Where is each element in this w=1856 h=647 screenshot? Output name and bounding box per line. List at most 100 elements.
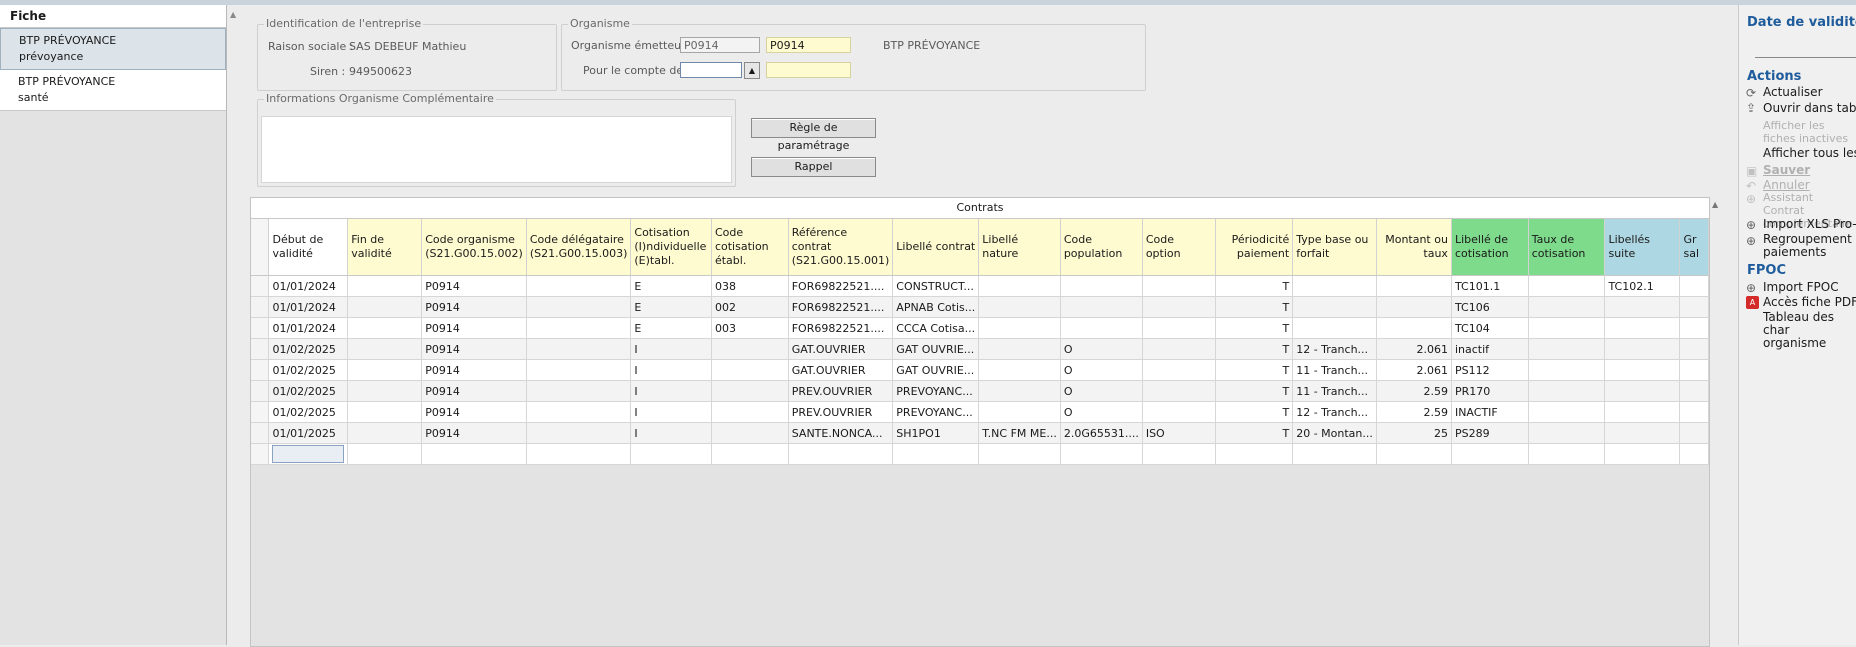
fiche-item-btp-sante[interactable]: BTP PRÉVOYANCE santé [0, 70, 226, 111]
table-cell[interactable]: 01/01/2024 [268, 275, 349, 297]
table-cell[interactable]: TC101.1 [1451, 275, 1529, 297]
table-cell[interactable] [1679, 380, 1709, 402]
table-cell[interactable] [1376, 275, 1452, 297]
table-cell[interactable]: P0914 [421, 296, 527, 318]
table-cell[interactable]: 01/01/2025 [268, 422, 349, 444]
column-header[interactable]: Code délégataire (S21.G00.15.003) [526, 219, 632, 276]
table-cell[interactable]: 003 [711, 317, 789, 339]
column-header[interactable]: Code cotisation établ. [711, 219, 789, 276]
table-cell[interactable]: GAT.OUVRIER [788, 359, 894, 381]
column-header[interactable]: Début de validité [268, 219, 349, 276]
table-cell[interactable]: ISO [1142, 422, 1216, 444]
table-cell[interactable] [1604, 317, 1681, 339]
action-acces-fiche-pdf[interactable]: Accès fiche PDF [1763, 295, 1856, 310]
table-row[interactable]: 01/02/2025 P0914 I PREV.OUVRIER PREVOYANC...… [251, 380, 1709, 402]
table-row[interactable]: 01/02/2025 P0914 I GAT.OUVRIER GAT OUVRIE...… [251, 338, 1709, 360]
table-cell[interactable]: E [630, 317, 712, 339]
table-cell[interactable]: I [630, 359, 712, 381]
table-cell[interactable] [1142, 296, 1216, 318]
table-cell[interactable] [978, 338, 1061, 360]
table-cell[interactable] [1376, 443, 1452, 465]
table-cell[interactable]: T [1215, 359, 1294, 381]
table-cell[interactable] [347, 443, 423, 465]
table-cell[interactable]: PREVOYANC... [892, 401, 980, 423]
table-row[interactable]: 01/01/2024 P0914 E 003 FOR69822521.... CCCA C… [251, 317, 1709, 339]
column-header[interactable]: Cotisation (I)ndividuelle (E)tabl. [630, 219, 712, 276]
table-cell[interactable]: P0914 [421, 338, 527, 360]
table-cell[interactable]: T [1215, 275, 1294, 297]
info-complementaire-textarea[interactable] [261, 116, 732, 183]
table-cell[interactable]: FOR69822521.... [788, 296, 894, 318]
table-cell[interactable] [978, 443, 1061, 465]
table-cell[interactable] [1292, 296, 1377, 318]
table-cell[interactable]: 01/02/2025 [268, 338, 349, 360]
table-cell[interactable]: 01/02/2025 [268, 380, 349, 402]
table-cell[interactable] [711, 422, 789, 444]
table-cell[interactable] [1528, 317, 1606, 339]
table-cell[interactable]: T.NC FM ME... [978, 422, 1061, 444]
table-row[interactable]: 01/01/2024 P0914 E 002 FOR69822521.... APNAB … [251, 296, 1709, 318]
column-header[interactable]: Montant ou taux [1376, 219, 1452, 276]
table-cell[interactable]: I [630, 380, 712, 402]
row-selector[interactable] [251, 443, 270, 465]
table-cell[interactable] [1292, 443, 1377, 465]
table-cell[interactable] [1679, 401, 1709, 423]
table-cell[interactable]: T [1215, 380, 1294, 402]
table-cell[interactable] [1142, 317, 1216, 339]
column-header[interactable]: Code option [1142, 219, 1216, 276]
table-cell[interactable]: FOR69822521.... [788, 275, 894, 297]
table-cell[interactable] [526, 380, 632, 402]
table-cell[interactable] [711, 380, 789, 402]
table-cell[interactable]: 2.0G65531.... [1060, 422, 1143, 444]
table-cell[interactable] [1376, 296, 1452, 318]
column-header[interactable]: Code organisme (S21.G00.15.002) [421, 219, 527, 276]
table-cell[interactable] [711, 338, 789, 360]
table-row[interactable]: 01/01/2025 P0914 I SANTE.NONCA... SH1PO1 T.NC… [251, 422, 1709, 444]
table-cell[interactable] [1679, 359, 1709, 381]
table-cell[interactable] [526, 275, 632, 297]
table-cell[interactable]: P0914 [421, 275, 527, 297]
action-import-fpoc[interactable]: Import FPOC [1763, 280, 1839, 295]
new-row-edit-cell[interactable] [272, 445, 345, 463]
row-selector[interactable] [251, 401, 270, 423]
table-cell[interactable] [526, 359, 632, 381]
table-row[interactable]: 01/02/2025 P0914 I GAT.OUVRIER GAT OUVRIE...… [251, 359, 1709, 381]
table-cell[interactable]: T [1215, 317, 1294, 339]
table-cell[interactable]: 12 - Tranch... [1292, 338, 1377, 360]
table-cell[interactable] [347, 317, 423, 339]
column-header[interactable]: Libellé de cotisation [1451, 219, 1529, 276]
action-sauver[interactable]: Sauver [1763, 163, 1810, 178]
table-cell[interactable]: O [1060, 401, 1143, 423]
table-cell[interactable] [978, 317, 1061, 339]
table-cell[interactable]: GAT OUVRIE... [892, 338, 980, 360]
table-cell[interactable] [1142, 443, 1216, 465]
table-cell[interactable]: T [1215, 338, 1294, 360]
table-cell[interactable]: I [630, 422, 712, 444]
table-cell[interactable]: FOR69822521.... [788, 317, 894, 339]
table-cell[interactable] [1679, 296, 1709, 318]
table-cell[interactable] [1215, 443, 1294, 465]
table-cell[interactable] [1528, 422, 1606, 444]
column-header[interactable]: Gr sal [1679, 219, 1709, 276]
row-selector[interactable] [251, 275, 270, 297]
table-cell[interactable] [978, 380, 1061, 402]
table-cell[interactable]: GAT OUVRIE... [892, 359, 980, 381]
table-cell[interactable] [1679, 338, 1709, 360]
table-cell[interactable]: 038 [711, 275, 789, 297]
table-cell[interactable] [526, 401, 632, 423]
table-cell[interactable] [421, 443, 527, 465]
action-import-xls[interactable]: Import XLS Pro-B [1763, 217, 1856, 232]
table-cell[interactable] [1604, 401, 1681, 423]
fiche-item-btp-prevoyance[interactable]: BTP PRÉVOYANCE prévoyance [0, 28, 226, 70]
pour-le-compte-input[interactable] [680, 62, 742, 78]
table-cell[interactable] [711, 401, 789, 423]
table-cell[interactable]: TC104 [1451, 317, 1529, 339]
action-actualiser[interactable]: Actualiser [1763, 85, 1823, 100]
table-cell[interactable] [630, 443, 712, 465]
table-cell[interactable] [1604, 422, 1681, 444]
column-header[interactable]: Référence contrat (S21.G00.15.001) [788, 219, 894, 276]
table-cell[interactable]: T [1215, 296, 1294, 318]
table-cell[interactable] [347, 359, 423, 381]
table-cell[interactable]: P0914 [421, 422, 527, 444]
rappel-button[interactable]: Rappel [751, 157, 876, 177]
